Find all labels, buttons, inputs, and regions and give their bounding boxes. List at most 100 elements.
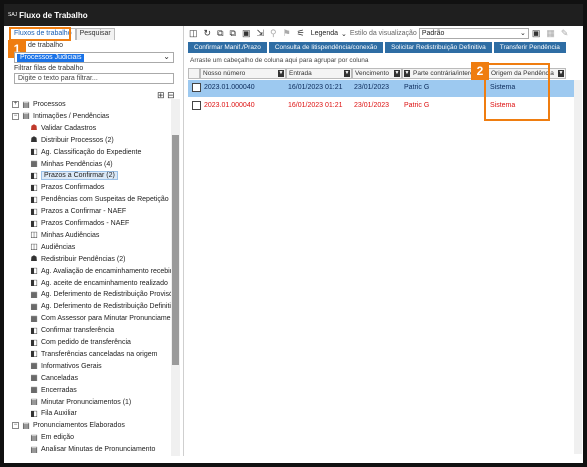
save-icon[interactable]: ▣ — [532, 28, 541, 39]
tree-item[interactable]: ▦ Minhas Pendências (4) — [30, 159, 113, 170]
filter-tasks-input[interactable]: Digite o texto para filtrar... — [14, 73, 174, 84]
tree-item[interactable]: ◧ Prazos Confirmados - NAEF — [30, 218, 129, 229]
filter-icon[interactable]: ▼ — [394, 70, 400, 77]
tree-item[interactable]: ▤ Em edição — [30, 432, 74, 443]
column-header-nosso-numero[interactable]: Nosso número ▼ — [200, 68, 286, 79]
tree-item[interactable]: ◧ Com pedido de transferência — [30, 337, 131, 348]
tree-item-icon: ☗ — [30, 123, 38, 133]
cell-entrada: 16/01/2023 01:21 — [288, 84, 343, 91]
style-select[interactable]: Padrão ⌄ — [418, 28, 529, 39]
tree-item[interactable]: ▦ Ag. Deferimento de Redistribuição Provi… — [30, 289, 175, 300]
cell-parte: Patric G — [404, 84, 430, 91]
tree-item[interactable]: ◫ Minhas Audiências — [30, 230, 99, 241]
tree-item-icon: ◧ — [30, 170, 38, 180]
column-header-label: Nosso número — [203, 70, 246, 77]
grid-settings-icon[interactable]: ▦ — [546, 28, 555, 39]
collapse-icon[interactable]: − — [12, 422, 19, 430]
legend-chevron-icon[interactable]: ⌄ — [341, 30, 347, 38]
tree-item[interactable]: ◧ Pendências com Suspeitas de Repetição — [30, 194, 169, 205]
tree-item[interactable]: ▦ Canceladas — [30, 373, 78, 384]
chevron-down-icon[interactable]: ⌄ — [520, 29, 526, 37]
edit-icon[interactable]: ✎ — [561, 28, 569, 39]
refresh-icon[interactable]: ↻ — [204, 28, 212, 39]
tree-scrollbar-thumb[interactable] — [172, 135, 179, 365]
flag-icon[interactable]: ⚑ — [283, 28, 291, 39]
tree-item[interactable]: ◧ Ag. Avaliação de encaminhamento recebid — [30, 266, 173, 277]
tree-item[interactable]: ◧ Confirmar transferência — [30, 325, 114, 336]
tree-item[interactable]: ☗ Validar Cadastros — [30, 123, 96, 134]
tree-item[interactable]: ◧ Transferências canceladas na origem — [30, 349, 157, 360]
legend-icon[interactable]: ⚟ — [297, 28, 305, 39]
tree-item[interactable]: ▦ Encerradas — [30, 385, 77, 396]
export-icon[interactable]: ⇲ — [256, 28, 264, 39]
filter-icon[interactable]: ▼ — [344, 70, 350, 77]
cell-entrada: 16/01/2023 01:21 — [288, 102, 343, 109]
list-view-icon[interactable]: ◫ — [189, 28, 198, 39]
row-checkbox[interactable] — [192, 83, 201, 92]
tree-item[interactable]: ◧ Fila Auxiliar — [30, 408, 77, 419]
group-by-hint: Arraste um cabeçalho de coluna aqui para… — [190, 57, 369, 64]
legend-button[interactable]: Legenda — [311, 30, 338, 37]
tree-item[interactable]: ☗ Distribuir Processos (2) — [30, 135, 113, 146]
tree-item[interactable]: ▤ Analisar Minutas de Pronunciamento — [30, 444, 155, 455]
tree-item[interactable]: ☗ Redistribuir Pendências (2) — [30, 254, 125, 265]
tree-item-label: Minhas Pendências (4) — [41, 160, 113, 168]
chevron-down-icon[interactable]: ⌄ — [163, 52, 170, 61]
consulta-litispendencia-button[interactable]: Consulta de litispendência/conexão — [268, 42, 384, 53]
grid-scrollbar[interactable] — [574, 80, 582, 454]
tree-item[interactable]: − ▤ Pronunciamentos Elaborados — [12, 420, 125, 431]
clipboard-icon[interactable]: ▣ — [242, 28, 251, 39]
step-badge-2: 2 — [471, 62, 489, 80]
tree-item-label: Pendências com Suspeitas de Repetição — [41, 196, 169, 204]
tree-scrollbar[interactable] — [171, 99, 180, 456]
tree-item[interactable]: ◫ Audiências — [30, 242, 75, 253]
tree-item[interactable]: ◧ Ag. Classificação do Expediente — [30, 147, 141, 158]
tree-item-icon: ▤ — [30, 432, 38, 442]
tree-item[interactable]: − ▤ Intimações / Pendências — [12, 111, 109, 122]
tree-item-icon: ▤ — [30, 444, 38, 454]
collapse-icon[interactable]: − — [12, 112, 19, 120]
tree-item-icon: ◧ — [30, 182, 38, 192]
tree-item-icon: ▤ — [30, 397, 38, 406]
tree-item[interactable]: ▦ Com Assessor para Minutar Pronunciament — [30, 313, 176, 324]
tree-item[interactable]: ▦ Informativos Gerais — [30, 361, 101, 372]
cell-nosso-numero: 2023.01.000040 — [204, 84, 255, 91]
row-checkbox[interactable] — [192, 101, 201, 110]
tree-item[interactable]: ◧ Prazos a Confirmar (2) — [30, 170, 118, 181]
filter-icon[interactable]: ▼ — [558, 70, 564, 77]
tree-item-label: Ag. Deferimento de Redistribuição Provis… — [41, 291, 176, 299]
tree-item-icon: ◧ — [30, 349, 38, 359]
column-header-vencimento[interactable]: Vencimento ▼ — [352, 68, 402, 79]
confirm-prazo-button[interactable]: Confirmar Manif./Prazo — [188, 42, 267, 53]
tree-item[interactable]: + ▤ Processos — [12, 99, 66, 110]
tree-item-icon: ☗ — [30, 254, 38, 264]
solicitar-redistribuicao-button[interactable]: Solicitar Redistribuição Definitiva — [385, 42, 492, 53]
tree-item-icon: ▦ — [30, 301, 38, 311]
tree-item[interactable]: ◧ Ag. aceite de encaminhamento realizado — [30, 278, 168, 289]
pin-icon[interactable]: ⚲ — [270, 28, 277, 39]
paste-icon[interactable]: ⧉ — [230, 28, 236, 39]
column-header-entrada[interactable]: Entrada ▼ — [286, 68, 352, 79]
filter-icon[interactable]: ▼ — [404, 70, 410, 77]
column-header-select[interactable] — [188, 68, 200, 79]
tree-item-icon: ▦ — [30, 289, 38, 299]
tree-item-icon: ▦ — [30, 385, 38, 395]
column-header-label: Vencimento — [355, 70, 389, 77]
tree-item[interactable]: ▤ Minutar Pronunciamentos (1) — [30, 397, 131, 408]
tree-item-icon: ◧ — [30, 278, 38, 287]
filter-icon[interactable]: ▼ — [278, 70, 284, 77]
workflow-select[interactable]: Processos Judiciais ⌄ — [14, 52, 174, 63]
style-select-value: Padrão — [421, 30, 445, 37]
copy-icon[interactable]: ⧉ — [217, 28, 223, 39]
tree-item-label: Com Assessor para Minutar Pronunciament — [41, 315, 177, 323]
tree-item[interactable]: ◧ Prazos a Confirmar - NAEF — [30, 206, 126, 217]
tree-item[interactable]: ▦ Ag. Deferimento de Redistribuição Defin… — [30, 301, 174, 312]
expand-icon[interactable]: + — [12, 101, 19, 108]
window-title: Fluxo de Trabalho — [19, 10, 88, 20]
tree-item[interactable]: ◧ Prazos Confirmados — [30, 182, 104, 193]
cell-vencimento: 23/01/2023 — [354, 102, 390, 109]
transferir-pendencia-button[interactable]: Transferir Pendência — [493, 42, 566, 53]
tab-pesquisar[interactable]: Pesquisar — [75, 28, 115, 40]
right-panel: ◫ ↻ ⧉ ⧉ ▣ ⇲ ⚲ ⚑ ⚟ Legenda ⌄ Estilo da vi… — [186, 26, 583, 456]
tree-item-label: Com pedido de transferência — [41, 339, 131, 346]
